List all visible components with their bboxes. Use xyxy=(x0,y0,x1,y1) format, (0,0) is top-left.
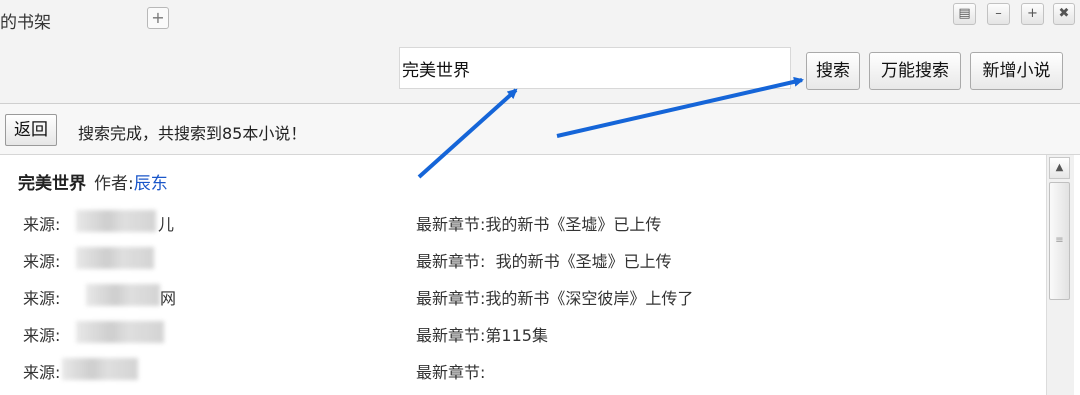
add-novel-button[interactable]: 新增小说 xyxy=(970,52,1063,90)
chapter-label: 最新章节:我的新书《深空彼岸》上传了 xyxy=(416,289,694,308)
back-button[interactable]: 返回 xyxy=(5,114,57,146)
top-toolbar: 的书架 + ▤ – + ✖ 搜索 万能搜索 新增小说 xyxy=(0,0,1080,104)
bookshelf-tab[interactable]: 的书架 xyxy=(0,8,51,33)
redacted-source xyxy=(62,358,138,380)
source-label: 来源: xyxy=(23,289,61,308)
list-item[interactable]: 来源: 网 最新章节:我的新书《深空彼岸》上传了 xyxy=(0,284,1046,315)
source-label: 来源: xyxy=(23,215,61,234)
vertical-scrollbar[interactable]: ▲ ≡ xyxy=(1046,155,1074,395)
scroll-thumb[interactable]: ≡ xyxy=(1049,182,1070,300)
minimize-button[interactable]: – xyxy=(987,3,1010,25)
novel-header[interactable]: 完美世界 作者:辰东 xyxy=(18,169,168,194)
novel-title: 完美世界 xyxy=(18,174,86,194)
source-label: 来源: xyxy=(23,252,61,271)
source-suffix: 儿 xyxy=(158,215,175,234)
redacted-source xyxy=(76,321,164,343)
list-item[interactable]: 来源: 儿 最新章节:我的新书《圣墟》已上传 xyxy=(0,210,1046,241)
chapter-label: 最新章节: 我的新书《圣墟》已上传 xyxy=(416,252,672,271)
source-suffix: 网 xyxy=(160,289,177,308)
list-item[interactable]: 来源: 最新章节: 我的新书《圣墟》已上传 xyxy=(0,247,1046,278)
source-label: 来源: xyxy=(23,363,61,382)
status-bar: 返回 搜索完成，共搜索到85本小说！ xyxy=(0,104,1080,155)
close-button[interactable]: ✖ xyxy=(1053,3,1075,25)
chapter-label: 最新章节:第115集 xyxy=(416,326,548,345)
redacted-source xyxy=(76,247,154,269)
add-tab-button[interactable]: + xyxy=(147,7,169,29)
source-label: 来源: xyxy=(23,326,61,345)
list-item[interactable]: 来源: 最新章节:第115集 xyxy=(0,321,1046,352)
redacted-source xyxy=(76,210,156,232)
status-message: 搜索完成，共搜索到85本小说！ xyxy=(78,124,307,143)
maximize-button[interactable]: + xyxy=(1021,3,1044,25)
universal-search-button[interactable]: 万能搜索 xyxy=(869,52,961,90)
list-item[interactable]: 来源: 最新章节: xyxy=(0,358,1046,389)
chapter-label: 最新章节:我的新书《圣墟》已上传 xyxy=(416,215,662,234)
chapter-label: 最新章节: xyxy=(416,363,486,382)
author-label: 作者: xyxy=(94,174,134,194)
menu-icon[interactable]: ▤ xyxy=(953,3,976,25)
search-input[interactable] xyxy=(399,47,791,89)
redacted-source xyxy=(86,284,160,306)
search-results: 完美世界 作者:辰东 来源: 儿 最新章节:我的新书《圣墟》已上传 来源: 最新章… xyxy=(0,155,1046,395)
scroll-up-arrow-icon[interactable]: ▲ xyxy=(1049,157,1070,179)
search-button[interactable]: 搜索 xyxy=(806,52,860,90)
author-link[interactable]: 辰东 xyxy=(134,174,168,194)
